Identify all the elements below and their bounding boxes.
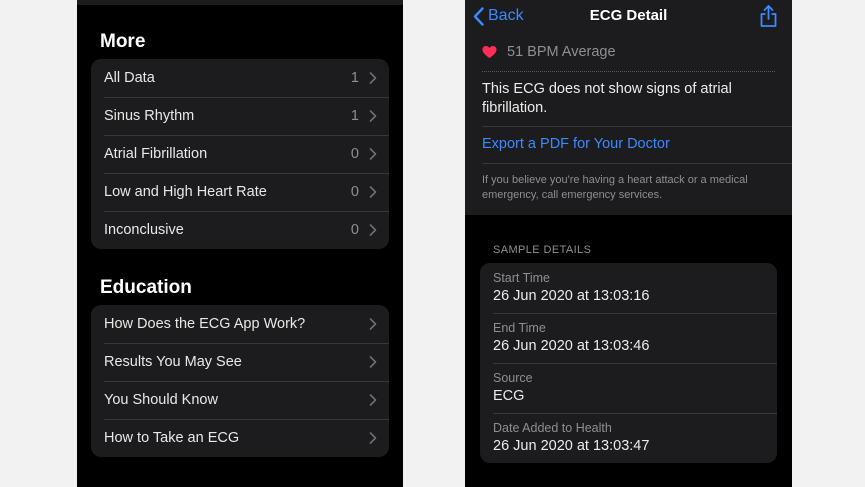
divider	[482, 163, 792, 164]
chevron-right-icon	[369, 356, 377, 368]
bpm-average-text: 51 BPM Average	[507, 44, 616, 60]
chevron-right-icon	[369, 432, 377, 444]
divider	[482, 126, 792, 127]
detail-row-start-time: Start Time 26 Jun 2020 at 13:03:16	[480, 263, 777, 313]
detail-label: Start Time	[493, 271, 550, 285]
list-item-count: 0	[350, 146, 359, 162]
list-item-count: 1	[350, 70, 359, 86]
sample-details-header: SAMPLE DETAILS	[493, 244, 592, 256]
list-item-how-ecg-works[interactable]: How Does the ECG App Work?	[91, 305, 389, 343]
heart-icon	[482, 46, 497, 59]
list-item-sinus-rhythm[interactable]: Sinus Rhythm 1	[91, 97, 389, 135]
list-item-label: You Should Know	[104, 392, 218, 408]
page-title: ECG Detail	[589, 7, 668, 24]
detail-label: Source	[493, 371, 533, 385]
list-item-label: All Data	[104, 70, 155, 86]
detail-value: 26 Jun 2020 at 13:03:47	[493, 438, 650, 454]
list-item-inconclusive[interactable]: Inconclusive 0	[91, 211, 389, 249]
ecg-result-text: This ECG does not show signs of atrial f…	[482, 81, 732, 116]
top-cell-edge	[77, 0, 403, 5]
list-item-label: Sinus Rhythm	[104, 108, 195, 124]
chevron-right-icon	[369, 110, 377, 122]
detail-value: 26 Jun 2020 at 13:03:16	[493, 288, 650, 304]
more-section-title: More	[100, 31, 146, 52]
detail-value: 26 Jun 2020 at 13:03:46	[493, 338, 650, 354]
list-item-label: Results You May See	[104, 354, 242, 370]
detail-row-source: Source ECG	[480, 363, 777, 413]
ecg-list-screen: More All Data 1 Sinus Rhythm 1 Atrial Fi…	[77, 0, 403, 487]
list-item-all-data[interactable]: All Data 1	[91, 59, 389, 97]
sample-details-list: Start Time 26 Jun 2020 at 13:03:16 End T…	[480, 263, 777, 463]
detail-value: ECG	[493, 388, 525, 404]
share-button[interactable]	[759, 4, 778, 33]
more-list: All Data 1 Sinus Rhythm 1 Atrial Fibrill…	[91, 59, 389, 249]
chevron-right-icon	[369, 224, 377, 236]
ecg-summary-card: 51 BPM Average This ECG does not show si…	[465, 34, 792, 215]
list-item-low-high-heart-rate[interactable]: Low and High Heart Rate 0	[91, 173, 389, 211]
list-item-how-to-take-ecg[interactable]: How to Take an ECG	[91, 419, 389, 457]
bpm-average: 51 BPM Average	[482, 44, 616, 60]
education-section-title: Education	[100, 277, 192, 298]
share-icon	[760, 5, 777, 27]
chevron-right-icon	[369, 148, 377, 160]
list-item-atrial-fibrillation[interactable]: Atrial Fibrillation 0	[91, 135, 389, 173]
export-pdf-link[interactable]: Export a PDF for Your Doctor	[482, 136, 670, 152]
navigation-bar: Back ECG Detail	[465, 0, 792, 34]
chevron-right-icon	[369, 394, 377, 406]
list-item-label: Low and High Heart Rate	[104, 184, 267, 200]
list-item-label: Atrial Fibrillation	[104, 146, 208, 162]
list-item-count: 0	[350, 184, 359, 200]
detail-row-end-time: End Time 26 Jun 2020 at 13:03:46	[480, 313, 777, 363]
detail-label: Date Added to Health	[493, 421, 612, 435]
list-item-count: 1	[350, 108, 359, 124]
emergency-disclaimer: If you believe you're having a heart att…	[482, 174, 748, 201]
chevron-right-icon	[369, 72, 377, 84]
list-item-results-you-may-see[interactable]: Results You May See	[91, 343, 389, 381]
list-item-label: Inconclusive	[104, 222, 184, 238]
chevron-right-icon	[369, 318, 377, 330]
detail-row-date-added: Date Added to Health 26 Jun 2020 at 13:0…	[480, 413, 777, 463]
list-item-count: 0	[350, 222, 359, 238]
list-item-you-should-know[interactable]: You Should Know	[91, 381, 389, 419]
list-item-label: How to Take an ECG	[104, 430, 240, 446]
chevron-right-icon	[369, 186, 377, 198]
detail-label: End Time	[493, 321, 546, 335]
list-item-label: How Does the ECG App Work?	[104, 316, 306, 332]
dotted-divider	[482, 71, 775, 72]
education-list: How Does the ECG App Work? Results You M…	[91, 305, 389, 457]
ecg-detail-screen: Back ECG Detail 51 BPM Average This ECG …	[465, 0, 792, 487]
